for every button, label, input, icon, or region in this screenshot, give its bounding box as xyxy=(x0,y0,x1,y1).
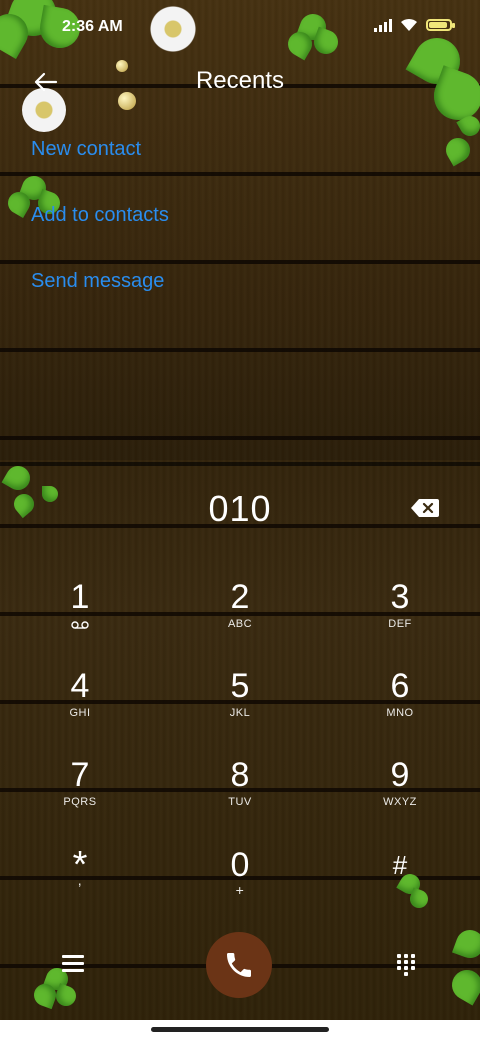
key-letters: PQRS xyxy=(63,796,97,808)
key-4[interactable]: 4 GHI xyxy=(20,667,140,747)
key-letters: DEF xyxy=(388,618,412,630)
key-digit: 3 xyxy=(390,578,410,616)
key-letters: + xyxy=(235,882,245,898)
key-hash[interactable]: # xyxy=(340,846,460,926)
key-digit: 1 xyxy=(70,578,90,616)
key-letters: ABC xyxy=(227,618,253,630)
battery-icon xyxy=(426,19,455,31)
key-2[interactable]: 2 ABC xyxy=(180,578,300,658)
key-5[interactable]: 5 JKL xyxy=(180,667,300,747)
key-star[interactable]: * , xyxy=(20,846,140,926)
voicemail-icon xyxy=(71,621,89,629)
key-letters: MNO xyxy=(386,707,414,719)
key-8[interactable]: 8 TUV xyxy=(180,756,300,836)
key-digit: 2 xyxy=(230,578,250,616)
key-letters: , xyxy=(77,872,83,888)
dialpad-icon[interactable] xyxy=(397,954,417,980)
key-letters: JKL xyxy=(229,707,251,719)
backspace-icon[interactable] xyxy=(410,497,440,519)
key-letters: TUV xyxy=(228,796,252,808)
key-digit: 5 xyxy=(230,667,250,705)
key-digit: 9 xyxy=(390,756,410,794)
page-title: Recents xyxy=(195,67,285,94)
key-letters: WXYZ xyxy=(383,796,417,808)
wifi-icon xyxy=(401,18,417,31)
home-gesture-handle[interactable] xyxy=(151,1027,329,1032)
key-0[interactable]: 0 + xyxy=(180,846,300,926)
menu-icon[interactable] xyxy=(62,955,84,975)
clover-decoration-right-small xyxy=(438,112,480,176)
key-9[interactable]: 9 WXYZ xyxy=(340,756,460,836)
key-digit: 8 xyxy=(230,756,250,794)
send-message-link[interactable]: Send message xyxy=(31,270,164,293)
key-7[interactable]: 7 PQRS xyxy=(20,756,140,836)
key-digit: 7 xyxy=(70,756,90,794)
key-digit: 6 xyxy=(390,667,410,705)
phone-icon xyxy=(227,953,251,977)
status-icons xyxy=(374,18,455,32)
signal-icon xyxy=(374,18,392,32)
call-button[interactable] xyxy=(206,932,272,998)
key-letters: GHI xyxy=(69,707,91,719)
status-time: 2:36 AM xyxy=(62,18,123,35)
key-digit: # xyxy=(392,850,408,880)
add-to-contacts-link[interactable]: Add to contacts xyxy=(31,204,169,227)
key-1[interactable]: 1 xyxy=(20,578,140,658)
system-navigation-bar xyxy=(0,1020,480,1040)
dialed-number: 010 xyxy=(208,488,272,529)
new-contact-link[interactable]: New contact xyxy=(31,138,141,161)
key-3[interactable]: 3 DEF xyxy=(340,578,460,658)
status-bar: 2:36 AM xyxy=(0,0,480,52)
key-digit: 4 xyxy=(70,667,90,705)
key-6[interactable]: 6 MNO xyxy=(340,667,460,747)
key-digit: 0 xyxy=(230,846,250,884)
